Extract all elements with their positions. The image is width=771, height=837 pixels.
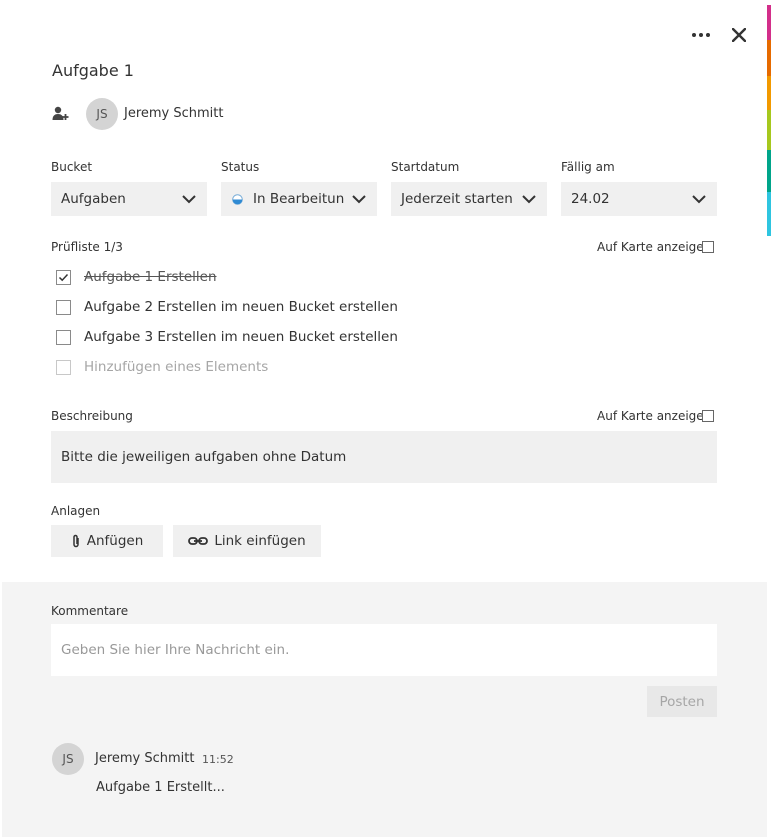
start-date-value: Jederzeit starten [401,191,513,207]
due-date-dropdown[interactable]: 24.02 [561,182,717,216]
strip-segment [767,110,771,150]
due-date-value: 24.02 [571,191,610,207]
status-value: In Bearbeitun [253,191,345,207]
bucket-value: Aufgaben [61,191,126,207]
bucket-dropdown[interactable]: Aufgaben [51,182,207,216]
add-person-icon [52,106,69,120]
strip-segment [767,236,771,837]
comments-section: Kommentare Geben Sie hier Ihre Nachricht… [2,582,767,837]
task-details-panel: Aufgabe 1 JS Jeremy Schmitt Bucket Statu… [0,0,767,837]
post-button[interactable]: Posten [647,686,717,717]
task-title[interactable]: Aufgabe 1 [52,61,134,80]
status-label: Status [221,160,260,174]
attach-file-label: Anfügen [86,533,144,549]
checklist-show-on-card-label: Auf Karte anzeigen [597,240,712,254]
strip-segment [767,40,771,76]
half-circle-status-icon [232,193,243,205]
checklist-item-3-checkbox[interactable] [56,330,71,345]
chevron-down-icon [182,195,196,204]
strip-segment [767,5,771,40]
strip-segment [767,150,771,192]
more-icon [692,33,710,37]
start-date-dropdown[interactable]: Jederzeit starten [391,182,547,216]
checklist-item-2-text[interactable]: Aufgabe 2 Erstellen im neuen Bucket erst… [84,299,398,315]
chevron-down-icon [522,195,536,204]
insert-link-button[interactable]: Link einfügen [173,525,321,557]
attachments-label: Anlagen [51,504,101,518]
close-icon [732,28,746,42]
checklist-add-input[interactable]: Hinzufügen eines Elements [84,359,268,375]
board-color-strip [767,0,771,837]
description-label: Beschreibung [51,409,133,423]
checklist-item-1-text[interactable]: Aufgabe 1 Erstellen [84,269,217,285]
comment-text: Aufgabe 1 Erstellt... [96,780,225,795]
paperclip-icon [72,534,79,547]
status-dropdown[interactable]: In Bearbeitun [221,182,377,216]
checklist-add-checkbox [56,360,71,375]
start-date-label: Startdatum [391,160,460,174]
assignee-avatar[interactable]: JS [86,98,118,130]
description-field[interactable]: Bitte die jeweiligen aufgaben ohne Datum [51,431,717,483]
comments-label: Kommentare [51,604,129,618]
comment-timestamp: 11:52 [202,753,234,766]
checkmark-icon [58,273,69,282]
comment-input[interactable]: Geben Sie hier Ihre Nachricht ein. [51,624,717,676]
description-show-on-card-checkbox[interactable] [702,410,714,422]
checklist-label: Prüfliste 1/3 [51,240,123,254]
due-date-label: Fällig am [561,160,615,174]
description-show-on-card-label: Auf Karte anzeigen [597,409,712,423]
bucket-label: Bucket [51,160,93,174]
checklist-item-3-text[interactable]: Aufgabe 3 Erstellen im neuen Bucket erst… [84,329,398,345]
assignee-name[interactable]: Jeremy Schmitt [124,106,224,121]
chevron-down-icon [352,195,366,204]
insert-link-label: Link einfügen [214,533,306,549]
strip-segment [767,192,771,236]
attach-file-button[interactable]: Anfügen [51,525,163,557]
checklist-show-on-card-checkbox[interactable] [702,241,714,253]
chevron-down-icon [692,195,706,204]
close-button[interactable] [728,24,750,46]
checklist-item-1-checkbox[interactable] [56,270,71,285]
checklist-item-2-checkbox[interactable] [56,300,71,315]
comment-author-avatar: JS [52,743,84,775]
comment-author-name: Jeremy Schmitt [95,751,195,766]
link-icon [188,537,209,545]
more-options-button[interactable] [688,24,714,46]
assign-button[interactable] [51,104,71,124]
strip-segment [767,76,771,110]
